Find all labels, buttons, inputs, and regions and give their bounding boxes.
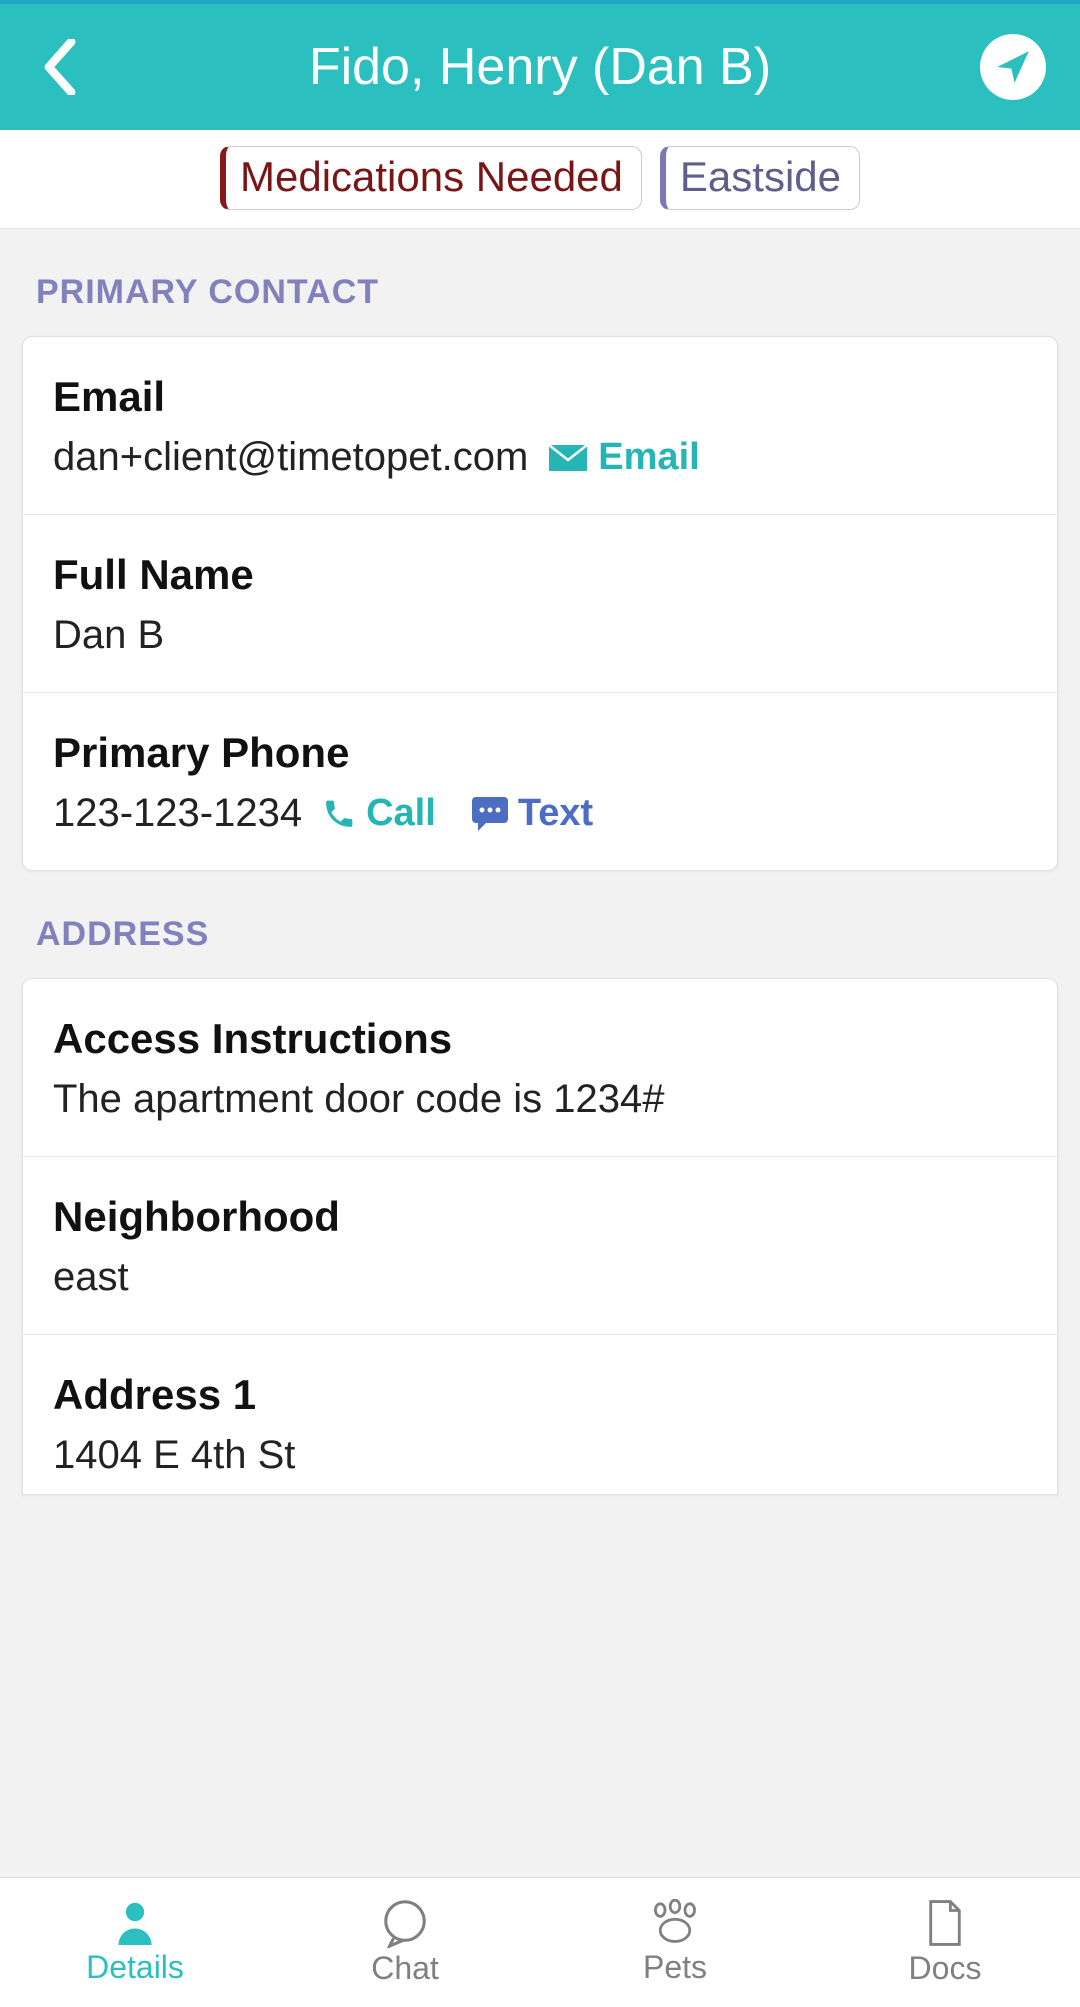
name-value: Dan B	[53, 613, 164, 658]
app-header: Fido, Henry (Dan B)	[0, 4, 1080, 130]
access-row: Access Instructions The apartment door c…	[23, 979, 1057, 1157]
tab-pets-label: Pets	[643, 1949, 707, 1986]
email-row: Email dan+client@timetopet.com Email	[23, 337, 1057, 515]
tab-details[interactable]: Details	[0, 1878, 270, 2007]
phone-value: 123-123-1234	[53, 791, 302, 836]
email-label: Email	[53, 373, 1027, 421]
page-title: Fido, Henry (Dan B)	[309, 37, 771, 97]
section-header-primary-contact: PRIMARY CONTACT	[0, 229, 1080, 336]
tab-chat[interactable]: Chat	[270, 1878, 540, 2007]
tags-bar: Medications Needed Eastside	[0, 130, 1080, 229]
neighborhood-row: Neighborhood east	[23, 1157, 1057, 1335]
neighborhood-value: east	[53, 1255, 129, 1300]
tag-region[interactable]: Eastside	[660, 146, 860, 210]
address-card: Access Instructions The apartment door c…	[22, 978, 1058, 1495]
text-action-label: Text	[518, 792, 593, 835]
tab-chat-label: Chat	[371, 1950, 439, 1987]
document-icon	[925, 1898, 965, 1948]
call-action-label: Call	[366, 792, 436, 835]
text-action[interactable]: Text	[472, 792, 593, 835]
person-icon	[113, 1899, 157, 1947]
access-label: Access Instructions	[53, 1015, 1027, 1063]
bottom-tab-bar: Details Chat Pets Docs	[0, 1877, 1080, 2007]
location-arrow-icon	[994, 48, 1032, 86]
message-icon	[472, 797, 508, 831]
phone-label: Primary Phone	[53, 729, 1027, 777]
name-row: Full Name Dan B	[23, 515, 1057, 693]
tag-medications[interactable]: Medications Needed	[220, 146, 642, 210]
tab-pets[interactable]: Pets	[540, 1878, 810, 2007]
email-action-label: Email	[598, 436, 699, 479]
call-action[interactable]: Call	[322, 792, 436, 835]
access-value: The apartment door code is 1234#	[53, 1077, 665, 1122]
envelope-icon	[548, 444, 588, 472]
address1-label: Address 1	[53, 1371, 1027, 1419]
tab-docs[interactable]: Docs	[810, 1878, 1080, 2007]
navigate-button[interactable]	[980, 34, 1046, 100]
chevron-left-icon	[43, 39, 77, 95]
primary-contact-card: Email dan+client@timetopet.com Email Ful…	[22, 336, 1058, 871]
email-action[interactable]: Email	[548, 436, 699, 479]
address1-value: 1404 E 4th St	[53, 1433, 295, 1478]
neighborhood-label: Neighborhood	[53, 1193, 1027, 1241]
section-header-address: ADDRESS	[0, 871, 1080, 978]
chat-icon	[379, 1898, 431, 1948]
phone-row: Primary Phone 123-123-1234 Call Text	[23, 693, 1057, 870]
paw-icon	[647, 1899, 703, 1947]
tab-details-label: Details	[86, 1949, 184, 1986]
back-button[interactable]	[30, 37, 90, 97]
phone-icon	[322, 797, 356, 831]
tab-docs-label: Docs	[909, 1950, 982, 1987]
email-value: dan+client@timetopet.com	[53, 435, 528, 480]
name-label: Full Name	[53, 551, 1027, 599]
address1-row: Address 1 1404 E 4th St	[23, 1335, 1057, 1494]
